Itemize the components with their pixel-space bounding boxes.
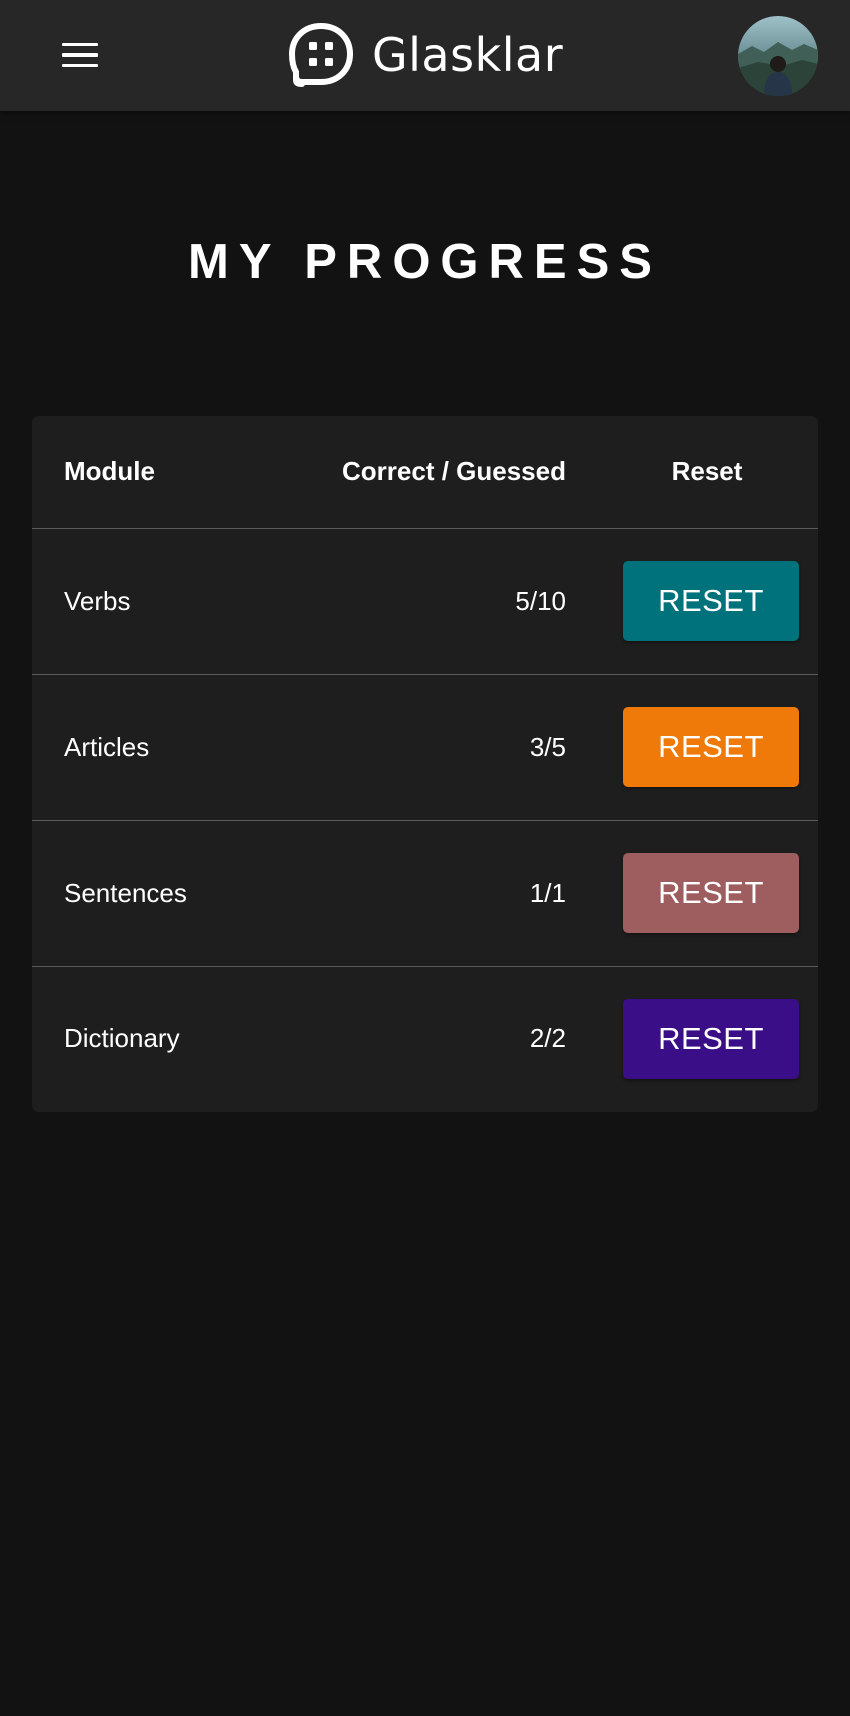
score-value: 1/1 xyxy=(290,820,566,967)
table-row: Dictionary 2/2 RESET xyxy=(32,966,818,1111)
table-row: Verbs 5/10 RESET xyxy=(32,528,818,675)
score-value: 5/10 xyxy=(290,528,566,675)
reset-sentences-button[interactable]: RESET xyxy=(623,853,799,933)
score-value: 3/5 xyxy=(290,674,566,821)
column-header-score: Correct / Guessed xyxy=(290,416,566,529)
progress-table: Module Correct / Guessed Reset Verbs 5/1… xyxy=(32,416,818,1111)
menu-line xyxy=(62,63,98,68)
table-row: Articles 3/5 RESET xyxy=(32,674,818,821)
app-bar: Glasklar xyxy=(0,0,850,111)
menu-line xyxy=(62,42,98,47)
avatar-image xyxy=(738,16,818,96)
module-name: Sentences xyxy=(32,820,290,967)
module-name: Dictionary xyxy=(64,1023,180,1054)
module-name: Verbs xyxy=(32,528,290,675)
column-header-module: Module xyxy=(32,416,290,529)
score-value: 2/2 xyxy=(529,1023,566,1054)
module-name: Articles xyxy=(32,674,290,821)
avatar[interactable] xyxy=(738,16,818,96)
brand[interactable]: Glasklar xyxy=(288,22,563,88)
column-header-reset: Reset xyxy=(566,416,818,529)
table-header-row: Module Correct / Guessed Reset xyxy=(32,416,818,529)
chat-bubble-grid-icon xyxy=(289,23,353,87)
brand-name: Glasklar xyxy=(372,28,564,82)
table-row: Sentences 1/1 RESET xyxy=(32,820,818,967)
reset-articles-button[interactable]: RESET xyxy=(623,707,799,787)
menu-line xyxy=(62,53,98,57)
hamburger-menu-icon[interactable] xyxy=(50,30,110,80)
reset-dictionary-button[interactable]: RESET xyxy=(623,998,799,1079)
page-title: MY PROGRESS xyxy=(188,235,662,289)
reset-verbs-button[interactable]: RESET xyxy=(623,561,799,641)
progress-card: Module Correct / Guessed Reset Verbs 5/1… xyxy=(32,416,818,1112)
